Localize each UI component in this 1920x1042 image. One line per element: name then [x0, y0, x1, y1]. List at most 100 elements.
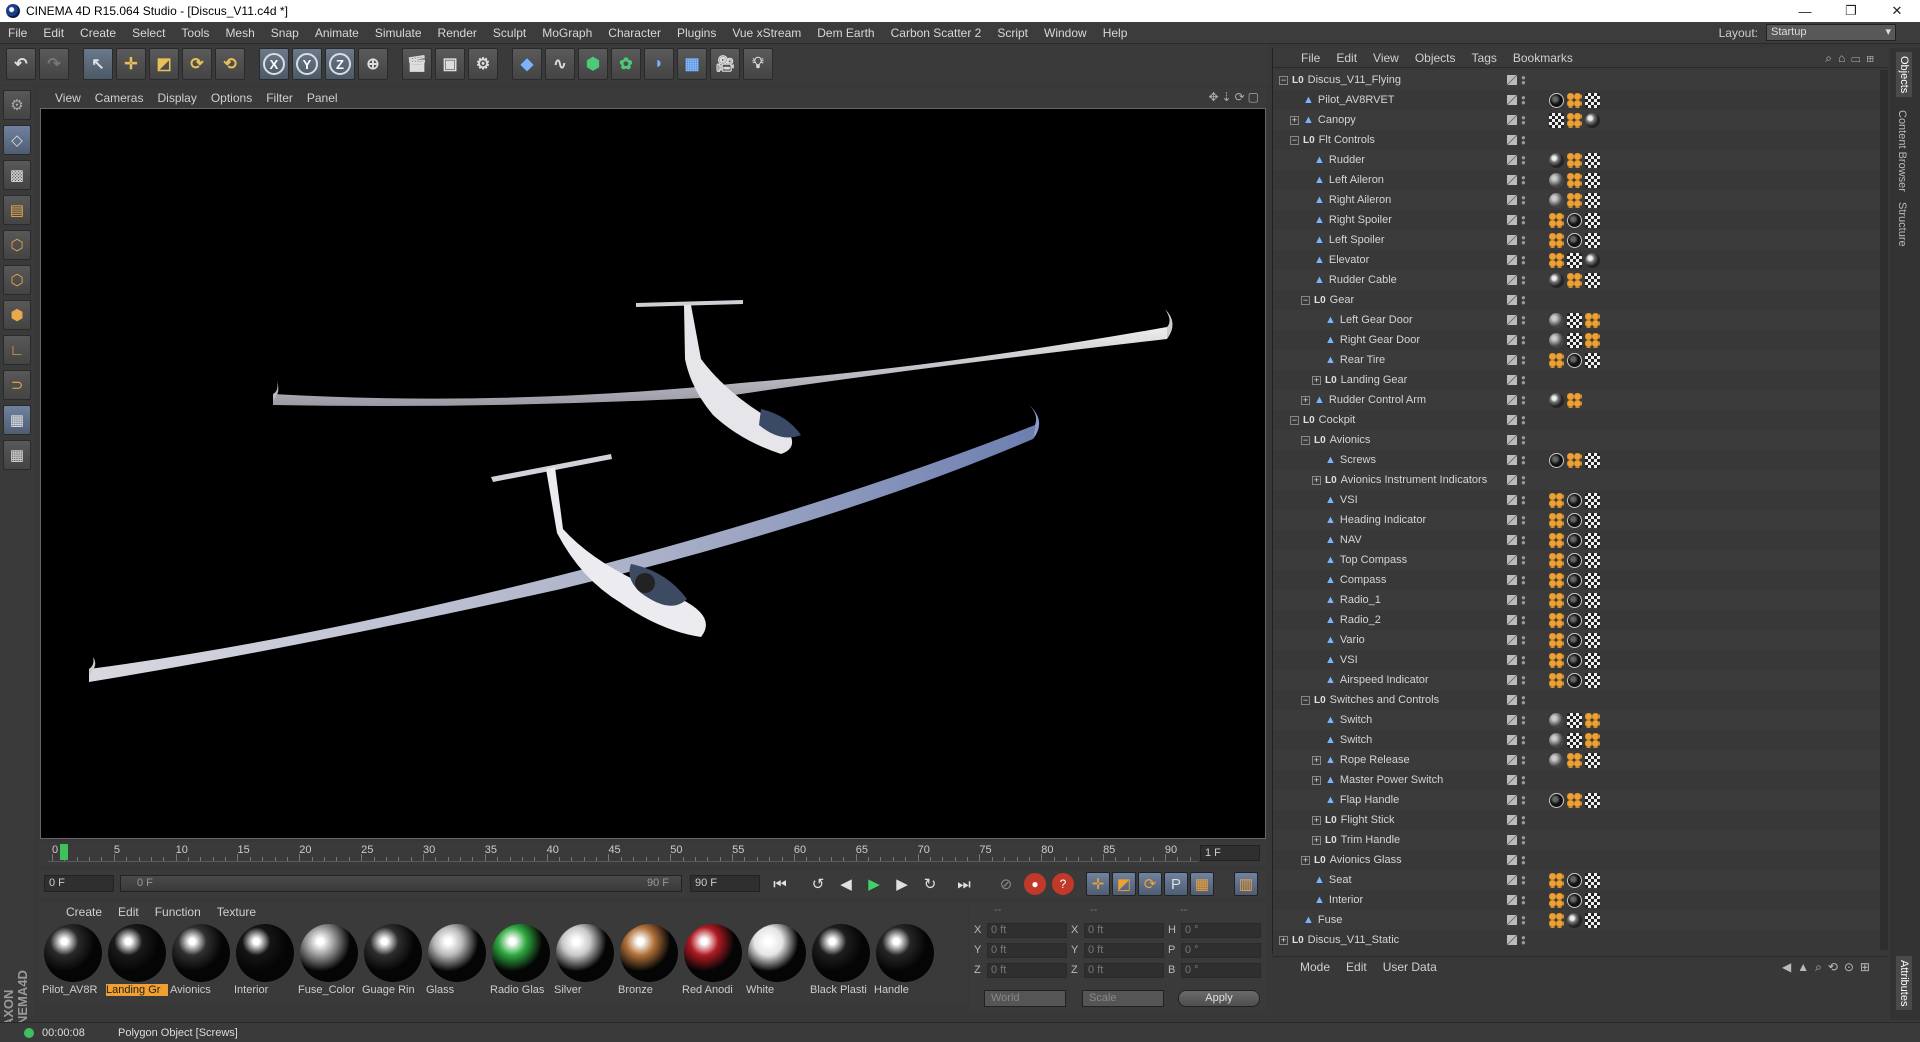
menu-file[interactable]: File [0, 22, 35, 44]
snap-button[interactable]: ⊃ [3, 370, 31, 400]
preview-range-slider[interactable]: 0 F 90 F [120, 875, 682, 892]
material-menu-edit[interactable]: Edit [110, 905, 147, 919]
uvw-tag-icon[interactable] [1585, 752, 1600, 768]
floor-environment-button[interactable]: ▦ [677, 48, 707, 80]
object-name[interactable]: Heading Indicator [1340, 514, 1426, 526]
menu-select[interactable]: Select [124, 22, 173, 44]
object-name[interactable]: Vario [1340, 634, 1365, 646]
object-row[interactable]: ▲ Left Spoiler ● ● [1273, 230, 1881, 250]
uvw-tag-icon[interactable] [1585, 612, 1600, 628]
obj-menu-edit[interactable]: Edit [1328, 51, 1365, 65]
layer-visibility-icon[interactable] [1507, 235, 1517, 245]
uvw-tag-icon[interactable] [1585, 652, 1600, 668]
editor-render-visibility-icon[interactable]: ● ● [1521, 554, 1527, 567]
object-row[interactable]: + L0 Flight Stick ● ● [1273, 810, 1881, 830]
object-name[interactable]: Screws [1340, 454, 1376, 466]
object-row[interactable]: ▲ Right Spoiler ● ● [1273, 210, 1881, 230]
object-name[interactable]: NAV [1340, 534, 1362, 546]
menu-help[interactable]: Help [1095, 22, 1136, 44]
layer-visibility-icon[interactable] [1507, 495, 1517, 505]
object-row[interactable]: + L0 Trim Handle ● ● [1273, 830, 1881, 850]
texture-tag-icon[interactable] [1567, 172, 1582, 188]
attribute-nav-icons[interactable]: ◀▲⌕⟲⊙⊞ [1782, 960, 1876, 975]
layer-visibility-icon[interactable] [1507, 575, 1517, 585]
object-name[interactable]: Right Gear Door [1340, 334, 1420, 346]
layer-visibility-icon[interactable] [1507, 255, 1517, 265]
z-axis-lock-button[interactable]: Z [325, 48, 355, 80]
material-swatch[interactable]: Interior [234, 922, 296, 998]
object-name[interactable]: Flt Controls [1319, 134, 1375, 146]
editor-render-visibility-icon[interactable]: ● ● [1521, 634, 1527, 647]
object-name[interactable]: Airspeed Indicator [1340, 674, 1429, 686]
light-button[interactable]: 💡︎ [743, 48, 773, 80]
uvw-tag-icon[interactable] [1585, 92, 1600, 108]
layer-visibility-icon[interactable] [1507, 795, 1517, 805]
uvw-tag-icon[interactable] [1585, 872, 1600, 888]
texture-tag-icon[interactable] [1567, 112, 1582, 128]
object-manager-search-icons[interactable]: ⌕⌂▭⊞ [1825, 51, 1880, 66]
object-name[interactable]: Radio_1 [1340, 594, 1381, 606]
render-picture-viewer-button[interactable]: ▣ [435, 48, 465, 80]
material-tag-icon[interactable] [1549, 452, 1564, 468]
obj-menu-bookmarks[interactable]: Bookmarks [1505, 51, 1581, 65]
material-swatch[interactable]: Black Plasti [810, 922, 872, 998]
editor-render-visibility-icon[interactable]: ● ● [1521, 534, 1527, 547]
layer-visibility-icon[interactable] [1507, 555, 1517, 565]
material-swatch[interactable]: Red Anodi [682, 922, 744, 998]
record-key-button[interactable]: ⊘ [994, 872, 1018, 896]
material-menu-function[interactable]: Function [147, 905, 209, 919]
layer-visibility-icon[interactable] [1507, 875, 1517, 885]
object-row[interactable]: ▲ Heading Indicator ● ● [1273, 510, 1881, 530]
expand-icon[interactable]: + [1312, 475, 1321, 485]
uvw-tag-icon[interactable] [1585, 892, 1600, 908]
material-swatch[interactable]: Landing Gr [106, 922, 168, 998]
subdivision-surface-button[interactable]: ⬢ [578, 48, 608, 80]
layer-visibility-icon[interactable] [1507, 855, 1517, 865]
editor-render-visibility-icon[interactable]: ● ● [1521, 114, 1527, 127]
editor-render-visibility-icon[interactable]: ● ● [1521, 94, 1527, 107]
editor-render-visibility-icon[interactable]: ● ● [1521, 854, 1527, 867]
object-row[interactable]: ▲ VSI ● ● [1273, 650, 1881, 670]
coordinate-space-dropdown[interactable]: World [984, 990, 1066, 1007]
layer-visibility-icon[interactable] [1507, 595, 1517, 605]
object-row[interactable]: − L0 Avionics ● ● [1273, 430, 1881, 450]
layer-visibility-icon[interactable] [1507, 175, 1517, 185]
current-frame-field[interactable]: 1 F [1200, 845, 1260, 861]
texture-tag-icon[interactable] [1549, 652, 1564, 668]
expand-icon[interactable]: + [1279, 935, 1288, 945]
uvw-tag-icon[interactable] [1585, 572, 1600, 588]
cube-primitive-button[interactable]: ◆ [512, 48, 542, 80]
editor-render-visibility-icon[interactable]: ● ● [1521, 254, 1527, 267]
key-parameter-button[interactable]: P [1164, 872, 1188, 896]
layer-visibility-icon[interactable] [1507, 415, 1517, 425]
uvw-tag-icon[interactable] [1585, 192, 1600, 208]
editor-render-visibility-icon[interactable]: ● ● [1521, 894, 1527, 907]
object-row[interactable]: ▲ Screws ● ● [1273, 450, 1881, 470]
position-x-field[interactable]: 0 ft [987, 922, 1067, 938]
viewport-menu-display[interactable]: Display [150, 91, 203, 105]
object-name[interactable]: Fuse [1318, 914, 1342, 926]
timeline-ruler[interactable]: 0 5 10 15 20 25 30 35 40 45 50 55 60 65 70 75 80 85 90 [48, 844, 1216, 862]
collapse-icon[interactable]: − [1290, 135, 1299, 145]
collapse-icon[interactable]: − [1301, 295, 1310, 305]
expand-icon[interactable]: + [1312, 775, 1321, 785]
object-name[interactable]: Switch [1340, 714, 1372, 726]
object-row[interactable]: + ▲ Canopy ● ● [1273, 110, 1881, 130]
go-to-end-button[interactable]: ⏭ [952, 872, 976, 896]
redo-button[interactable]: ↷ [39, 48, 69, 80]
layer-visibility-icon[interactable] [1507, 515, 1517, 525]
editor-render-visibility-icon[interactable]: ● ● [1521, 674, 1527, 687]
menu-edit[interactable]: Edit [35, 22, 72, 44]
points-mode-button[interactable]: ⬡ [3, 230, 31, 260]
restore-button[interactable]: ❐ [1828, 0, 1874, 22]
size-z-field[interactable]: 0 ft [1084, 962, 1164, 978]
timeline[interactable]: 0 5 10 15 20 25 30 35 40 45 50 55 60 65 70 75 80 85 90 1 F [38, 842, 1266, 866]
object-row[interactable]: ▲ Top Compass ● ● [1273, 550, 1881, 570]
object-row[interactable]: + ▲ Master Power Switch ● ● [1273, 770, 1881, 790]
undo-button[interactable]: ↶ [6, 48, 36, 80]
texture-tag-icon[interactable] [1549, 912, 1564, 928]
material-tag-icon[interactable] [1549, 272, 1564, 288]
editor-render-visibility-icon[interactable]: ● ● [1521, 494, 1527, 507]
object-row[interactable]: + L0 Landing Gear ● ● [1273, 370, 1881, 390]
uvw-tag-icon[interactable] [1585, 792, 1600, 808]
